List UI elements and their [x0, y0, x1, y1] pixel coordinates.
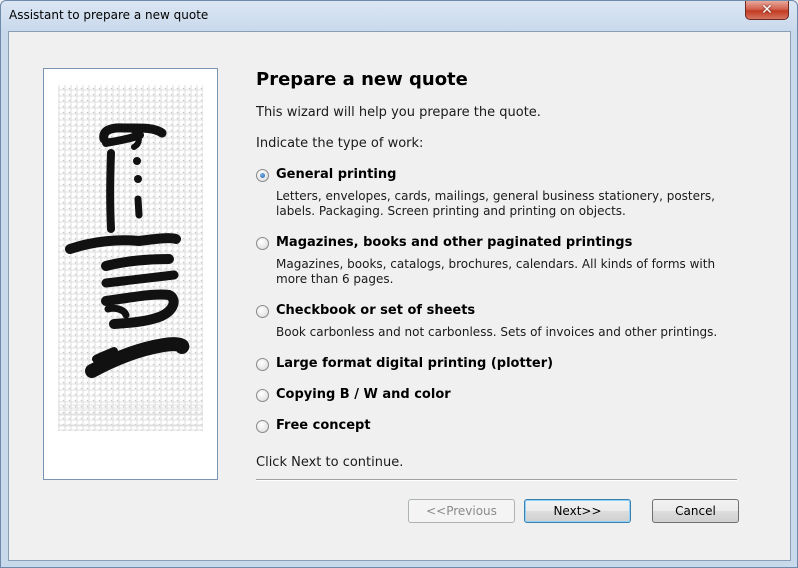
option-label[interactable]: Checkbook or set of sheets: [276, 303, 475, 318]
option-description: Book carbonless and not carbonless. Sets…: [276, 325, 718, 339]
radio-button[interactable]: [256, 237, 269, 250]
close-button[interactable]: ✕: [745, 1, 789, 20]
next-button[interactable]: Next>>: [524, 499, 631, 523]
radio-button-checked[interactable]: [256, 169, 269, 182]
wizard-window: Assistant to prepare a new quote ✕ Prepa…: [0, 0, 798, 568]
option-label[interactable]: General printing: [276, 167, 396, 182]
option-description: Magazines, books, catalogs, brochures, c…: [276, 257, 716, 286]
option-label[interactable]: Large format digital printing (plotter): [276, 356, 553, 371]
intro-text: This wizard will help you prepare the qu…: [256, 105, 541, 120]
radio-button[interactable]: [256, 389, 269, 402]
wizard-content: Prepare a new quote This wizard will hel…: [8, 31, 791, 561]
option-description: Letters, envelopes, cards, mailings, gen…: [276, 189, 715, 218]
radio-button[interactable]: [256, 305, 269, 318]
option-label[interactable]: Free concept: [276, 418, 371, 433]
title-bar[interactable]: Assistant to prepare a new quote ✕: [1, 1, 797, 31]
page-title: Prepare a new quote: [256, 69, 468, 90]
radio-button[interactable]: [256, 420, 269, 433]
option-label[interactable]: Copying B / W and color: [276, 387, 451, 402]
work-type-prompt: Indicate the type of work:: [256, 136, 424, 151]
continue-hint: Click Next to continue.: [256, 455, 404, 470]
previous-button[interactable]: <<Previous: [408, 499, 515, 523]
radio-button[interactable]: [256, 358, 269, 371]
close-icon: ✕: [761, 2, 773, 18]
separator: [256, 479, 737, 481]
cancel-button[interactable]: Cancel: [652, 499, 739, 523]
calligraphy-icon: [58, 85, 203, 431]
option-label[interactable]: Magazines, books and other paginated pri…: [276, 235, 632, 250]
window-title: Assistant to prepare a new quote: [9, 8, 209, 22]
wizard-banner-image: [43, 68, 218, 480]
